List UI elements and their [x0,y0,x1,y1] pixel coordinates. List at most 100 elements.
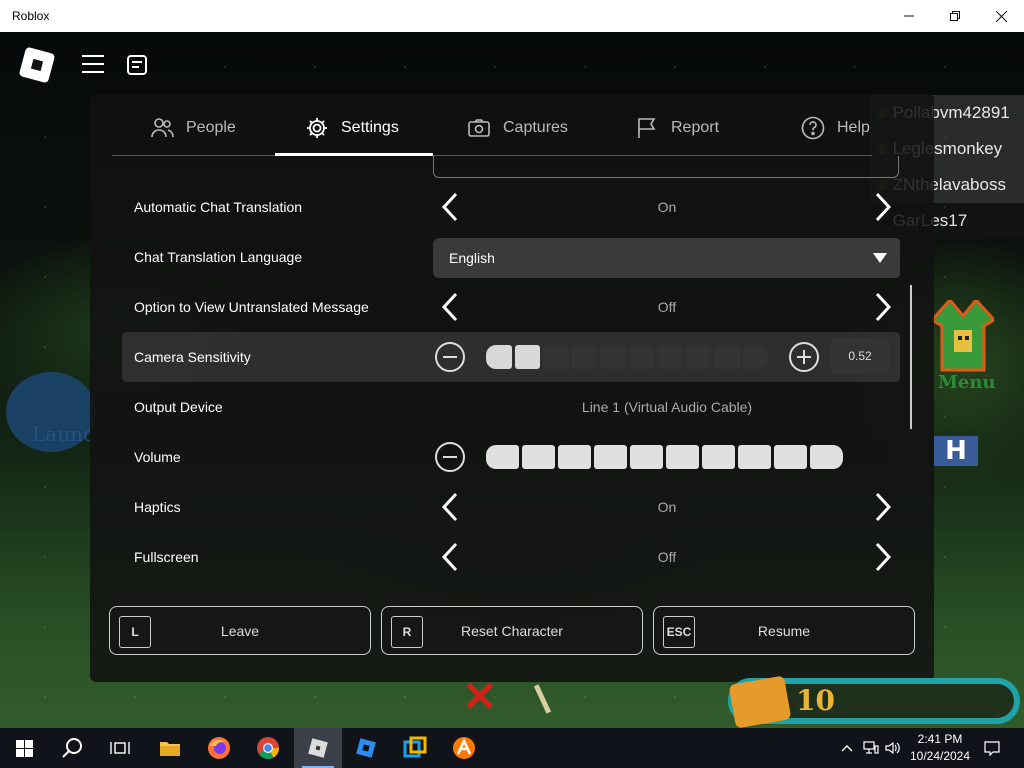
volume-decrease-button[interactable] [435,442,465,472]
key-hint: R [391,616,423,648]
search-button[interactable] [48,728,96,768]
slider-segment[interactable] [594,445,627,469]
roblox-studio-icon [356,738,376,758]
restore-icon [950,11,960,21]
tab-help[interactable]: Help [757,100,872,156]
red-x-icon: ✕ [462,673,498,720]
slider-segment[interactable] [810,445,843,469]
volume-button[interactable] [882,728,904,768]
menu-badge-icon[interactable] [932,300,994,380]
window-controls [886,0,1024,32]
setting-row-fullscreen: Fullscreen Off [122,532,900,582]
minimize-icon [904,15,914,17]
network-button[interactable] [860,728,882,768]
roblox-studio-button[interactable] [342,728,390,768]
taskbar-clock[interactable]: 2:41 PM 10/24/2024 [904,731,976,765]
close-button[interactable] [978,0,1024,32]
slider-segment[interactable] [666,445,699,469]
setting-value: Off [657,299,677,315]
screen: Roblox Launc ♛Pollabvm42891 ♛Leglesmonke… [0,0,1024,768]
language-dropdown[interactable]: English [433,238,900,278]
chrome-icon [257,737,279,759]
slider-segment[interactable] [571,345,597,369]
tab-people[interactable]: People [112,100,275,156]
decrease-button[interactable] [435,342,465,372]
setting-label: Output Device [134,399,223,415]
leave-button[interactable]: L Leave [109,606,371,655]
flag-icon [635,116,659,140]
avast-button[interactable] [440,728,488,768]
slider-segment[interactable] [486,345,512,369]
chevron-right-icon[interactable] [871,189,895,225]
output-device-value[interactable]: Line 1 (Virtual Audio Cable) [457,399,877,415]
slider-segment[interactable] [702,445,735,469]
increase-button[interactable] [789,342,819,372]
tab-report[interactable]: Report [595,100,757,156]
tab-settings[interactable]: Settings [275,100,433,156]
minimize-button[interactable] [886,0,932,32]
slider-segment[interactable] [628,345,654,369]
slider-segment[interactable] [514,345,540,369]
setting-value: On [657,499,677,515]
slider-segment[interactable] [685,345,711,369]
setting-label: Volume [134,449,181,465]
tab-captures[interactable]: Captures [433,100,595,156]
slider-segment[interactable] [714,345,740,369]
reset-character-button[interactable]: R Reset Character [381,606,643,655]
camera-sensitivity-slider[interactable] [486,345,768,369]
chevron-right-icon[interactable] [871,289,895,325]
slider-segment[interactable] [543,345,569,369]
window-title: Roblox [12,9,50,23]
tab-label: Captures [503,119,568,136]
setting-row-output-device: Output Device Line 1 (Virtual Audio Cabl… [122,382,900,432]
app-button[interactable] [391,728,439,768]
setting-value: On [657,199,677,215]
firefox-icon [208,737,230,759]
avast-icon [453,737,475,759]
h-badge-icon[interactable]: H [934,436,978,466]
slider-segment[interactable] [486,445,519,469]
setting-label: Haptics [134,499,181,515]
setting-row-chat-translation-language: Chat Translation Language English [122,232,900,282]
window-titlebar: Roblox [0,0,1024,32]
notifications-button[interactable] [978,728,1006,768]
setting-label: Camera Sensitivity [134,349,251,365]
settings-list: Automatic Chat Translation On Chat Trans… [122,156,900,586]
task-view-button[interactable] [96,728,144,768]
slider-segment[interactable] [558,445,591,469]
resume-button[interactable]: ESC Resume [653,606,915,655]
slider-segment[interactable] [738,445,771,469]
gear-icon [305,116,329,140]
start-button[interactable] [0,728,48,768]
settings-tabs: People Settings Captures Report Help [112,100,872,156]
previous-setting-field[interactable] [433,156,899,178]
sensitivity-value-field[interactable]: 0.52 [830,338,890,374]
firefox-button[interactable] [195,728,243,768]
maximize-button[interactable] [932,0,978,32]
file-explorer-button[interactable] [146,728,194,768]
slider-segment[interactable] [630,445,663,469]
slider-segment[interactable] [774,445,807,469]
button-label: Leave [220,622,260,639]
key-hint: ESC [663,616,695,648]
setting-label: Fullscreen [134,549,199,565]
chevron-up-icon [841,745,853,752]
roblox-taskbar-button[interactable] [294,728,342,768]
tab-label: Settings [341,119,399,136]
chat-icon[interactable] [127,55,147,75]
slider-segment[interactable] [522,445,555,469]
chevron-right-icon[interactable] [871,539,895,575]
speaker-icon [885,741,900,755]
volume-slider[interactable] [486,445,850,469]
clock-date: 10/24/2024 [909,749,971,763]
button-label: Resume [757,622,811,639]
settings-scrollbar[interactable] [910,285,912,429]
chevron-right-icon[interactable] [871,489,895,525]
slider-segment[interactable] [742,345,768,369]
slider-segment[interactable] [600,345,626,369]
show-hidden-icons-button[interactable] [836,728,858,768]
slider-segment[interactable] [657,345,683,369]
task-view-icon [110,742,130,754]
hamburger-menu-icon[interactable] [82,55,104,73]
chrome-button[interactable] [244,728,292,768]
